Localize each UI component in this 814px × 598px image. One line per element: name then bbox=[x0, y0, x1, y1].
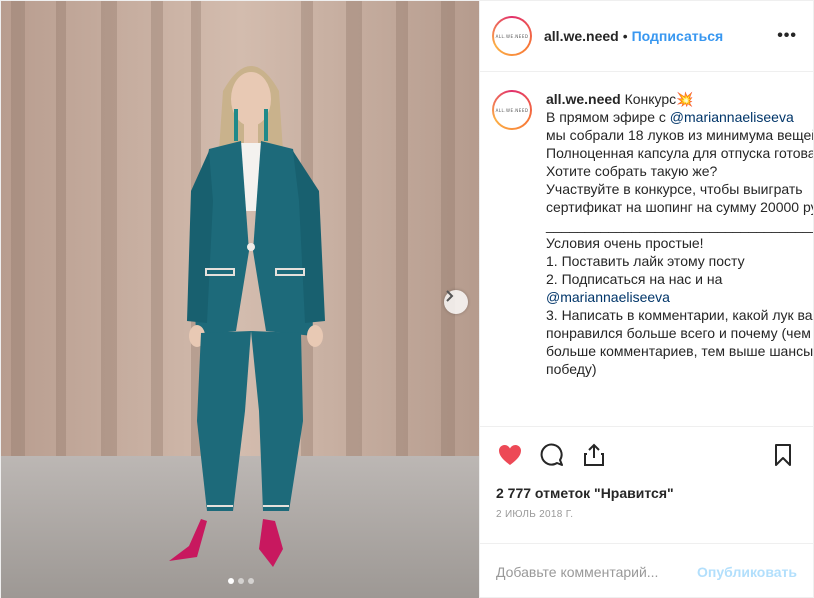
avatar[interactable]: ALL.WE.NEED bbox=[492, 16, 532, 56]
more-options-icon[interactable]: ••• bbox=[777, 27, 797, 45]
publish-button[interactable]: Опубликовать bbox=[697, 564, 797, 580]
username-link[interactable]: all.we.need bbox=[544, 28, 619, 44]
caption-text: all.we.need Конкурс💥 В прямом эфире с @m… bbox=[546, 90, 813, 378]
likes-count[interactable]: 2 777 отметок "Нравится" bbox=[480, 483, 813, 503]
carousel-dot-active[interactable] bbox=[228, 578, 234, 584]
caption-username[interactable]: all.we.need bbox=[546, 91, 621, 107]
caption: ALL.WE.NEED all.we.need Конкурс💥 В прямо… bbox=[492, 90, 813, 378]
caption-divider: ________________________________________ bbox=[546, 217, 813, 233]
photo-illustration bbox=[1, 1, 479, 598]
separator-bullet: • bbox=[622, 28, 628, 44]
chevron-right-icon bbox=[446, 290, 454, 302]
carousel-dot[interactable] bbox=[248, 578, 254, 584]
caption-line: 3. Написать в комментарии, какой лук вам… bbox=[546, 307, 813, 377]
mention-link[interactable]: @mariannaeliseeva bbox=[546, 289, 670, 305]
follow-button[interactable]: Подписаться bbox=[632, 28, 724, 44]
caption-line: Участвуйте в конкурсе, чтобы выиграть се… bbox=[546, 181, 813, 215]
post-header: ALL.WE.NEED all.we.need • Подписаться ••… bbox=[480, 1, 813, 72]
share-icon[interactable] bbox=[580, 441, 608, 469]
caption-avatar[interactable]: ALL.WE.NEED bbox=[492, 90, 532, 130]
post-date: 2 ИЮЛЬ 2018 Г. bbox=[496, 509, 574, 520]
caption-line: мы собрали 18 луков из минимума вещей. П… bbox=[546, 127, 813, 179]
comment-input[interactable] bbox=[496, 563, 698, 580]
avatar-image: ALL.WE.NEED bbox=[494, 18, 530, 54]
action-bar bbox=[480, 427, 813, 483]
floor bbox=[1, 456, 479, 598]
caption-title: Конкурс💥 bbox=[624, 91, 694, 107]
caption-line: В прямом эфире с bbox=[546, 109, 670, 125]
mention-link[interactable]: @mariannaeliseeva bbox=[670, 109, 794, 125]
next-photo-button[interactable] bbox=[444, 290, 468, 314]
caption-line: 1. Поставить лайк этому посту bbox=[546, 253, 745, 269]
bookmark-icon[interactable] bbox=[769, 441, 797, 469]
avatar-image: ALL.WE.NEED bbox=[494, 92, 530, 128]
heart-filled-icon[interactable] bbox=[496, 441, 524, 469]
carousel-dots bbox=[1, 578, 479, 584]
avatar-text: ALL.WE.NEED bbox=[495, 107, 529, 113]
add-comment-bar: Опубликовать bbox=[480, 543, 813, 598]
comments-section: ALL.WE.NEED all.we.need Конкурс💥 В прямо… bbox=[480, 72, 813, 427]
post-sidebar: ALL.WE.NEED all.we.need • Подписаться ••… bbox=[479, 1, 813, 598]
caption-line: 2. Подписаться на нас и на bbox=[546, 271, 723, 287]
instagram-post: ALL.WE.NEED all.we.need • Подписаться ••… bbox=[0, 0, 814, 598]
post-photo[interactable] bbox=[1, 1, 479, 598]
caption-line: Условия очень простые! bbox=[546, 235, 704, 251]
carousel-dot[interactable] bbox=[238, 578, 244, 584]
avatar-text: ALL.WE.NEED bbox=[495, 33, 529, 39]
comment-icon[interactable] bbox=[538, 441, 566, 469]
